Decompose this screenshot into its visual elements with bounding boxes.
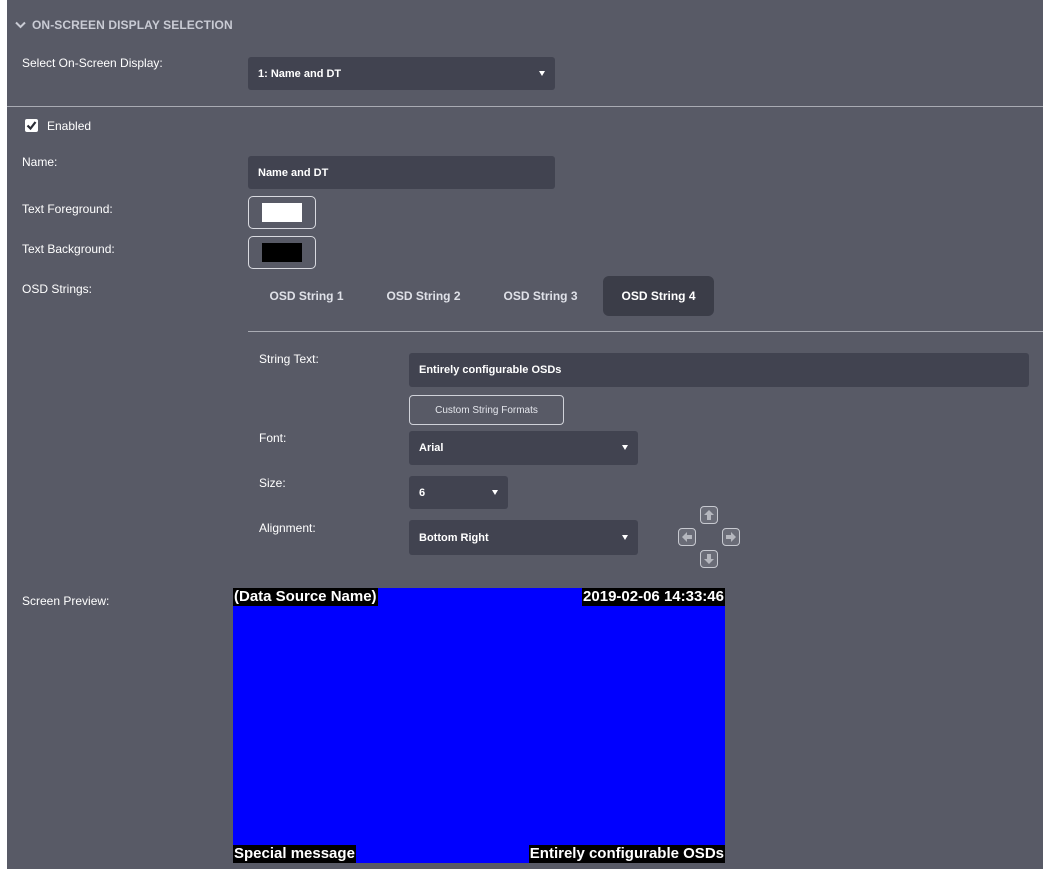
- tab-osd-string-4[interactable]: OSD String 4: [603, 276, 714, 316]
- font-select[interactable]: Arial: [409, 431, 638, 465]
- osd-select-label: Select On-Screen Display:: [22, 56, 163, 70]
- osd-bottom-right-text: Entirely configurable OSDs: [528, 845, 725, 863]
- tab-label: OSD String 3: [503, 289, 578, 303]
- section-title: ON-SCREEN DISPLAY SELECTION: [32, 18, 233, 32]
- text-background-swatch: [262, 243, 302, 262]
- tab-label: OSD String 2: [386, 289, 461, 303]
- caret-down-icon: [622, 534, 628, 540]
- tab-osd-string-2[interactable]: OSD String 2: [369, 276, 478, 316]
- alignment-label: Alignment:: [259, 521, 316, 535]
- screen-preview-label: Screen Preview:: [22, 594, 110, 608]
- alignment-value: Bottom Right: [419, 531, 489, 544]
- tab-label: OSD String 1: [269, 289, 344, 303]
- arrow-up-icon: [704, 510, 714, 520]
- chevron-down-icon: [15, 21, 26, 29]
- name-value: Name and DT: [258, 166, 329, 179]
- osd-top-left-text: (Data Source Name): [233, 588, 378, 606]
- arrow-left-icon: [682, 532, 692, 542]
- tab-osd-string-1[interactable]: OSD String 1: [252, 276, 361, 316]
- screen-preview: (Data Source Name) 2019-02-06 14:33:46 S…: [233, 588, 725, 863]
- osd-bottom-left-text: Special message: [233, 845, 356, 863]
- text-foreground-swatch: [262, 203, 302, 222]
- section-divider: [7, 106, 1043, 107]
- text-background-color-button[interactable]: [248, 236, 316, 269]
- name-input[interactable]: Name and DT: [248, 156, 555, 189]
- string-text-input[interactable]: Entirely configurable OSDs: [409, 353, 1029, 387]
- custom-string-formats-button[interactable]: Custom String Formats: [409, 395, 564, 425]
- arrow-right-icon: [726, 532, 736, 542]
- text-foreground-color-button[interactable]: [248, 196, 316, 229]
- alignment-select[interactable]: Bottom Right: [409, 520, 638, 555]
- name-label: Name:: [22, 155, 58, 169]
- font-value: Arial: [419, 442, 444, 454]
- size-label: Size:: [259, 476, 286, 490]
- arrow-down-icon: [704, 554, 714, 564]
- osd-select-dropdown[interactable]: 1: Name and DT: [248, 57, 555, 90]
- enabled-checkbox[interactable]: [25, 119, 38, 132]
- align-up-button[interactable]: [700, 506, 718, 524]
- tab-osd-string-3[interactable]: OSD String 3: [486, 276, 595, 316]
- caret-down-icon: [492, 489, 498, 495]
- caret-down-icon: [539, 70, 545, 76]
- string-text-label: String Text:: [259, 352, 319, 366]
- font-label: Font:: [259, 431, 287, 445]
- caret-down-icon: [622, 445, 628, 450]
- osd-select-value: 1: Name and DT: [258, 67, 342, 80]
- text-foreground-label: Text Foreground:: [22, 202, 113, 216]
- align-right-button[interactable]: [722, 528, 740, 546]
- align-down-button[interactable]: [700, 550, 718, 568]
- text-background-label: Text Background:: [22, 242, 115, 256]
- size-value: 6: [419, 486, 426, 499]
- osd-top-right-text: 2019-02-06 14:33:46: [582, 588, 725, 606]
- size-select[interactable]: 6: [409, 476, 508, 509]
- button-label: Custom String Formats: [435, 404, 538, 416]
- string-text-value: Entirely configurable OSDs: [419, 364, 562, 376]
- osd-strings-label: OSD Strings:: [22, 282, 93, 296]
- tab-label: OSD String 4: [621, 289, 696, 303]
- tabs-divider: [248, 331, 1043, 332]
- enabled-label: Enabled: [47, 119, 92, 133]
- align-left-button[interactable]: [678, 528, 696, 546]
- section-header[interactable]: ON-SCREEN DISPLAY SELECTION: [15, 15, 233, 35]
- checkmark-icon: [26, 121, 37, 131]
